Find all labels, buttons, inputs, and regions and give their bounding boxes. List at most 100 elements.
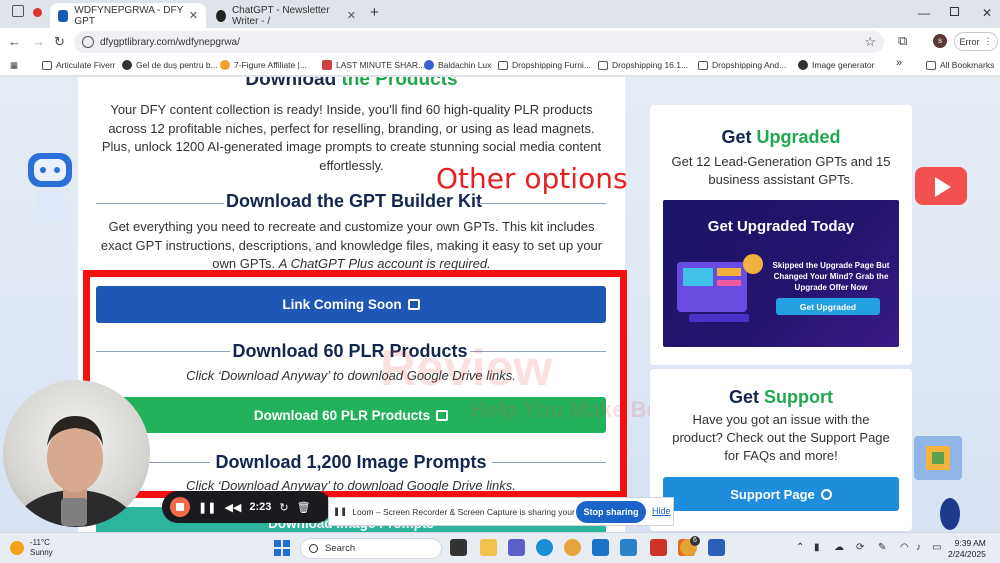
- bookmark-label: Baldachin Lux: [438, 60, 492, 70]
- error-button[interactable]: Error ⋮: [954, 32, 998, 51]
- upgrade-heading: Get Upgraded: [650, 127, 912, 148]
- extensions-icon[interactable]: ⧉: [898, 33, 907, 49]
- other-options-annotation: Other options: [436, 162, 628, 195]
- download-products-heading: Download the Products: [78, 77, 625, 91]
- restore-icon[interactable]: [950, 7, 959, 16]
- forward-arrow-icon[interactable]: →: [32, 34, 45, 49]
- close-window-icon[interactable]: ✕: [982, 6, 992, 20]
- more-bookmarks-icon[interactable]: »: [896, 57, 902, 69]
- tab-title: ChatGPT - Newsletter Writer - /: [231, 4, 330, 27]
- bookmark-item[interactable]: LAST MINUTE SHAR...: [322, 60, 425, 70]
- dashboard-illustration-icon: [677, 254, 763, 322]
- support-heading: Get Support: [650, 387, 912, 408]
- recording-tab-icon[interactable]: [33, 8, 42, 17]
- new-tab-icon[interactable]: +: [370, 4, 379, 21]
- browser-toolbar: ← → ↻ dfygptlibrary.com/wdfynepgrwa/ ☆ ⧉: [0, 28, 1000, 56]
- rewind-icon[interactable]: ◀◀: [224, 501, 241, 514]
- divider: [478, 203, 606, 204]
- back-arrow-icon[interactable]: ←: [8, 34, 21, 49]
- teams-icon[interactable]: [508, 539, 525, 556]
- clock[interactable]: 9:39 AM 2/24/2025: [948, 538, 986, 560]
- gpt-kit-paragraph: Get everything you need to recreate and …: [98, 218, 605, 274]
- site-icon: [122, 60, 132, 70]
- site-info-icon[interactable]: [82, 36, 94, 48]
- word-icon[interactable]: [708, 539, 725, 556]
- get-upgraded-button[interactable]: Get Upgraded: [776, 298, 880, 315]
- tray-chevron-icon[interactable]: ⌃: [796, 542, 804, 553]
- chrome-icon[interactable]: [564, 539, 581, 556]
- delete-icon[interactable]: 🗑: [297, 501, 311, 514]
- bookmark-item[interactable]: Gel de duș pentru b...: [122, 60, 218, 70]
- wifi-icon[interactable]: ◠: [900, 542, 909, 553]
- recording-timer: 2:23: [249, 501, 272, 513]
- bookmark-item[interactable]: Articulate Fiverr: [42, 60, 116, 70]
- upgrade-text: Get 12 Lead-Generation GPTs and 15 busin…: [671, 154, 891, 187]
- profile-avatar[interactable]: s: [933, 34, 947, 48]
- bookmark-label: All Bookmarks: [940, 60, 995, 70]
- notification-badge: 6: [690, 536, 700, 546]
- tab-close-icon[interactable]: ✕: [347, 9, 356, 22]
- start-windows-icon[interactable]: [274, 540, 290, 556]
- stop-recording-button[interactable]: [170, 497, 190, 517]
- stop-sharing-button[interactable]: Stop sharing: [576, 501, 646, 523]
- address-bar[interactable]: dfygptlibrary.com/wdfynepgrwa/ ☆: [74, 31, 884, 53]
- tab-actions-icon[interactable]: [12, 5, 24, 17]
- tab-chatgpt[interactable]: ChatGPT - Newsletter Writer - / ✕: [208, 3, 364, 28]
- upgrade-promo-banner[interactable]: Get Upgraded Today Skipped the Upgrade P…: [663, 200, 899, 347]
- folder-icon: [498, 60, 508, 70]
- bookmark-item[interactable]: Dropshipping Furni...: [498, 60, 591, 70]
- bookmark-item[interactable]: Baldachin Lux: [424, 60, 491, 70]
- tab-wdfynepgrwa[interactable]: WDFYNEPGRWA - DFY GPT ✕: [50, 3, 206, 28]
- hide-link[interactable]: Hide: [652, 506, 671, 516]
- weather-widget[interactable]: -11°C Sunny: [10, 538, 53, 558]
- heading-part: Download: [245, 77, 337, 90]
- reload-icon[interactable]: ↻: [54, 34, 65, 50]
- bookmark-label: Gel de duș pentru b...: [136, 60, 218, 70]
- tray-pen-icon[interactable]: ✎: [878, 542, 886, 553]
- tray-sync-icon[interactable]: ⟳: [856, 542, 864, 553]
- bookmark-label: Dropshipping Furni...: [512, 60, 591, 70]
- promo-title: Get Upgraded Today: [707, 218, 855, 235]
- bookmark-star-icon[interactable]: ☆: [864, 34, 876, 50]
- folder-icon: [698, 60, 708, 70]
- taskbar-search[interactable]: Search: [300, 538, 442, 559]
- pause-icon[interactable]: ❚❚: [198, 501, 216, 514]
- bookmark-item[interactable]: 7-Figure Affiliate |...: [220, 60, 307, 70]
- tray-onedrive-icon[interactable]: ☁: [834, 542, 844, 553]
- tab-close-icon[interactable]: ✕: [189, 9, 198, 22]
- minimize-icon[interactable]: —: [918, 6, 930, 20]
- tab-title: WDFYNEPGRWA - DFY GPT: [74, 4, 184, 27]
- task-view-icon[interactable]: [450, 539, 467, 556]
- apps-grid-icon[interactable]: ▦: [10, 60, 18, 71]
- store-icon[interactable]: [620, 539, 637, 556]
- battery-icon[interactable]: ▭: [932, 542, 941, 553]
- error-label: Error: [959, 36, 980, 47]
- all-bookmarks[interactable]: All Bookmarks: [926, 60, 994, 70]
- bookmark-item[interactable]: Dropshipping 16.1...: [598, 60, 688, 70]
- lifebuoy-icon: [820, 488, 832, 500]
- site-icon: [322, 60, 332, 70]
- bookmark-label: Image generator: [812, 60, 875, 70]
- volume-icon[interactable]: ♪: [916, 542, 921, 553]
- bookmark-label: Dropshipping And...: [712, 60, 787, 70]
- support-page-button[interactable]: Support Page: [663, 477, 899, 511]
- acrobat-icon[interactable]: [650, 539, 667, 556]
- time: 9:39 AM: [954, 538, 986, 548]
- site-icon: [220, 60, 230, 70]
- bookmark-item[interactable]: Dropshipping And...: [698, 60, 786, 70]
- windows-taskbar: -11°C Sunny Search 6 ⌃ ▮ ☁ ⟳ ✎ ◠ ♪ ▭ 9:3…: [0, 532, 1000, 563]
- webcam-overlay[interactable]: [3, 380, 150, 527]
- file-explorer-icon[interactable]: [480, 539, 497, 556]
- screen-share-banner: ❚❚ Loom – Screen Recorder & Screen Captu…: [328, 497, 674, 526]
- restart-icon[interactable]: ↻: [279, 501, 288, 514]
- edge-icon[interactable]: [536, 539, 553, 556]
- outlook-icon[interactable]: [592, 539, 609, 556]
- browser-tab-strip: WDFYNEPGRWA - DFY GPT ✕ ChatGPT - Newsle…: [0, 0, 1000, 28]
- menu-dots-icon: ⋮: [983, 36, 993, 46]
- tray-app-icon[interactable]: ▮: [814, 542, 820, 553]
- bookmark-label: 7-Figure Affiliate |...: [234, 60, 307, 70]
- presenter-avatar: [13, 416, 137, 527]
- bookmark-item[interactable]: Image generator: [798, 60, 874, 70]
- heading-part: Get: [728, 387, 759, 407]
- heading-part-accent: the Products: [341, 77, 458, 90]
